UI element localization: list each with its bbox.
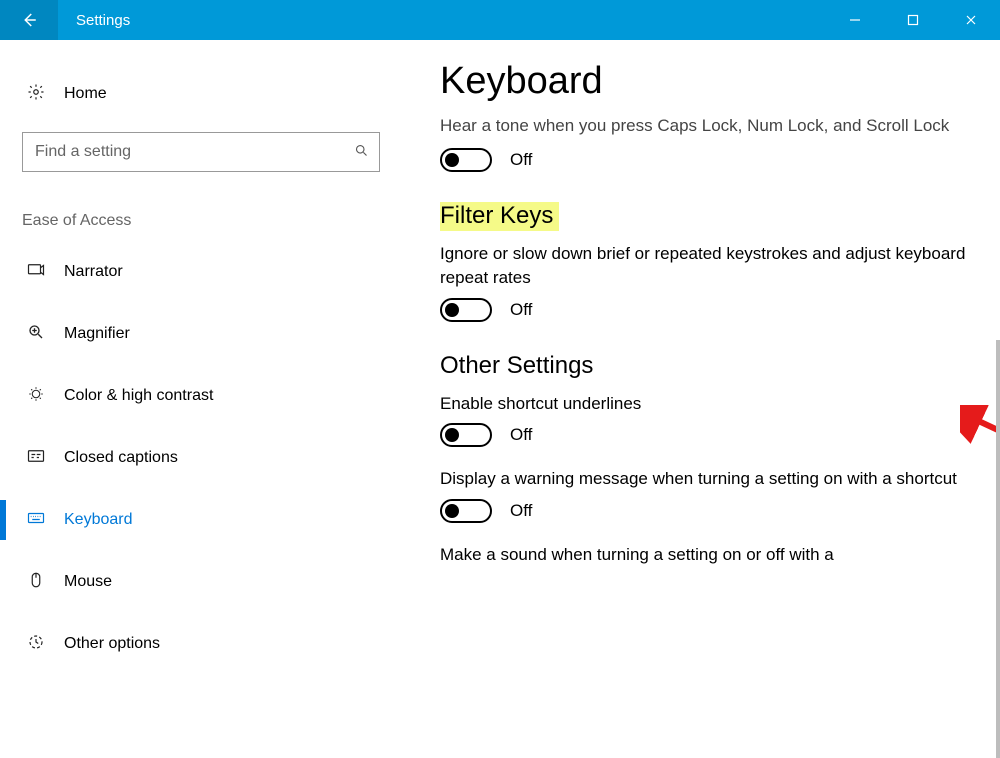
search-input[interactable] [35,143,354,161]
sound-desc: Make a sound when turning a setting on o… [440,543,970,567]
mouse-icon [22,571,50,594]
main-panel: Keyboard Hear a tone when you press Caps… [400,40,1000,738]
other-icon [22,633,50,656]
sidebar-item-keyboard[interactable]: Keyboard [22,496,400,544]
sidebar-item-label: Keyboard [64,511,133,529]
sidebar-item-narrator[interactable]: Narrator [22,248,400,296]
scrollbar-thumb[interactable] [996,340,1000,758]
back-button[interactable] [0,0,58,40]
sidebar-item-label: Mouse [64,573,112,591]
toggle-tone[interactable] [440,148,492,172]
narrator-icon [22,261,50,284]
keyboard-icon [22,509,50,532]
sidebar-item-label: Narrator [64,263,123,281]
warning-msg-desc: Display a warning message when turning a… [440,467,970,491]
filter-keys-desc: Ignore or slow down brief or repeated ke… [440,242,970,290]
toggle-warning-label: Off [510,501,532,521]
search-box[interactable] [22,132,380,172]
contrast-icon [22,385,50,408]
page-title: Keyboard [440,60,970,103]
toggle-tone-label: Off [510,150,532,170]
home-button[interactable]: Home [22,70,400,118]
maximize-button[interactable] [884,0,942,40]
section-label: Ease of Access [22,212,400,230]
toggle-filter-keys[interactable] [440,298,492,322]
sidebar-item-other[interactable]: Other options [22,620,400,668]
window-title: Settings [58,0,130,40]
toggle-filter-label: Off [510,300,532,320]
sidebar-item-label: Magnifier [64,325,130,343]
captions-icon [22,447,50,470]
home-label: Home [64,85,107,103]
sidebar: Home Ease of Access Narrator Magnifier [0,40,400,738]
titlebar: Settings [0,0,1000,40]
truncated-desc: Hear a tone when you press Caps Lock, Nu… [440,115,970,138]
sidebar-item-magnifier[interactable]: Magnifier [22,310,400,358]
search-icon [354,143,369,162]
sidebar-item-label: Color & high contrast [64,387,213,405]
sidebar-item-contrast[interactable]: Color & high contrast [22,372,400,420]
minimize-button[interactable] [826,0,884,40]
sidebar-item-mouse[interactable]: Mouse [22,558,400,606]
close-button[interactable] [942,0,1000,40]
shortcut-underlines-desc: Enable shortcut underlines [440,392,970,416]
magnifier-icon [22,323,50,346]
toggle-shortcut-underlines[interactable] [440,423,492,447]
filter-keys-heading: Filter Keys [440,202,970,230]
sidebar-item-label: Other options [64,635,160,653]
sidebar-item-captions[interactable]: Closed captions [22,434,400,482]
sidebar-item-label: Closed captions [64,449,178,467]
toggle-shortcut-label: Off [510,425,532,445]
gear-icon [22,83,50,106]
toggle-warning-msg[interactable] [440,499,492,523]
other-settings-heading: Other Settings [440,352,970,380]
